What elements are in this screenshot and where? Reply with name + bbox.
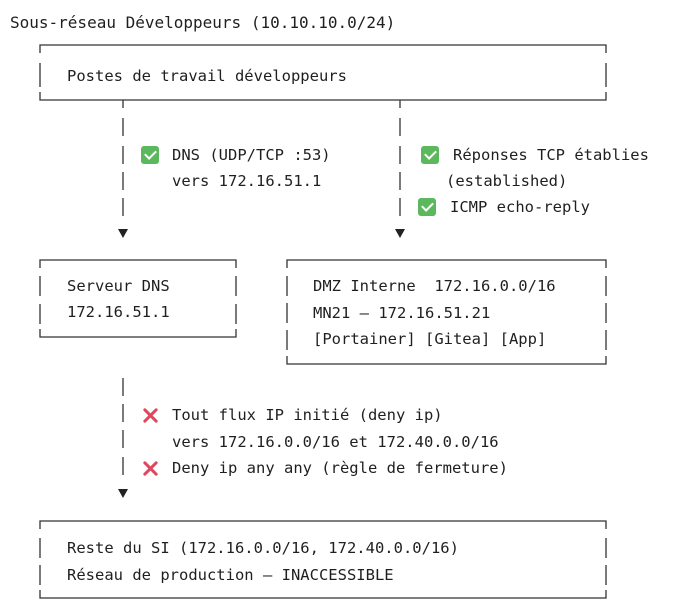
dns-box-frame: [39, 259, 237, 338]
dmz-box-line3: [Portainer] [Gitea] [App]: [313, 330, 547, 348]
deny-flow-line2: vers 172.16.0.0/16 et 172.40.0.0/16: [172, 433, 499, 451]
rest-box-line1: Reste du SI (172.16.0.0/16, 172.40.0.0/1…: [67, 539, 459, 557]
deny-flow-line3: Deny ip any any (règle de fermeture): [172, 459, 508, 477]
dmz-flow-line2: (established): [446, 172, 568, 190]
cross-icon: [141, 459, 159, 477]
dmz-flow-line3: ICMP echo-reply: [450, 198, 590, 216]
dmz-connector: [395, 100, 405, 238]
dns-flow-line1: DNS (UDP/TCP :53): [172, 146, 331, 164]
check-icon: [418, 198, 436, 216]
diagram-title: Sous-réseau Développeurs (10.10.10.0/24): [10, 13, 396, 32]
dns-flow-line2: vers 172.16.51.1: [172, 172, 322, 190]
deny-flow-line1: Tout flux IP initié (deny ip): [172, 406, 443, 424]
check-icon: [141, 146, 159, 164]
dmz-box-line2: MN21 — 172.16.51.21: [313, 304, 491, 322]
dmz-arrowhead: [395, 229, 405, 238]
cross-icon: [141, 406, 159, 424]
dns-arrowhead: [118, 229, 128, 238]
rest-box-frame: [39, 520, 607, 599]
deny-arrowhead: [118, 489, 128, 498]
dns-box-line2: 172.16.51.1: [67, 303, 170, 321]
rest-box-line2: Réseau de production — INACCESSIBLE: [67, 566, 394, 584]
dev-box-label: Postes de travail développeurs: [67, 67, 347, 85]
dmz-box-line1: DMZ Interne 172.16.0.0/16: [313, 277, 556, 295]
dns-connector: [118, 100, 128, 238]
dmz-flow-line1: Réponses TCP établies: [453, 146, 649, 164]
dns-box-line1: Serveur DNS: [67, 277, 170, 295]
check-icon: [421, 146, 439, 164]
deny-connector: [118, 378, 128, 498]
